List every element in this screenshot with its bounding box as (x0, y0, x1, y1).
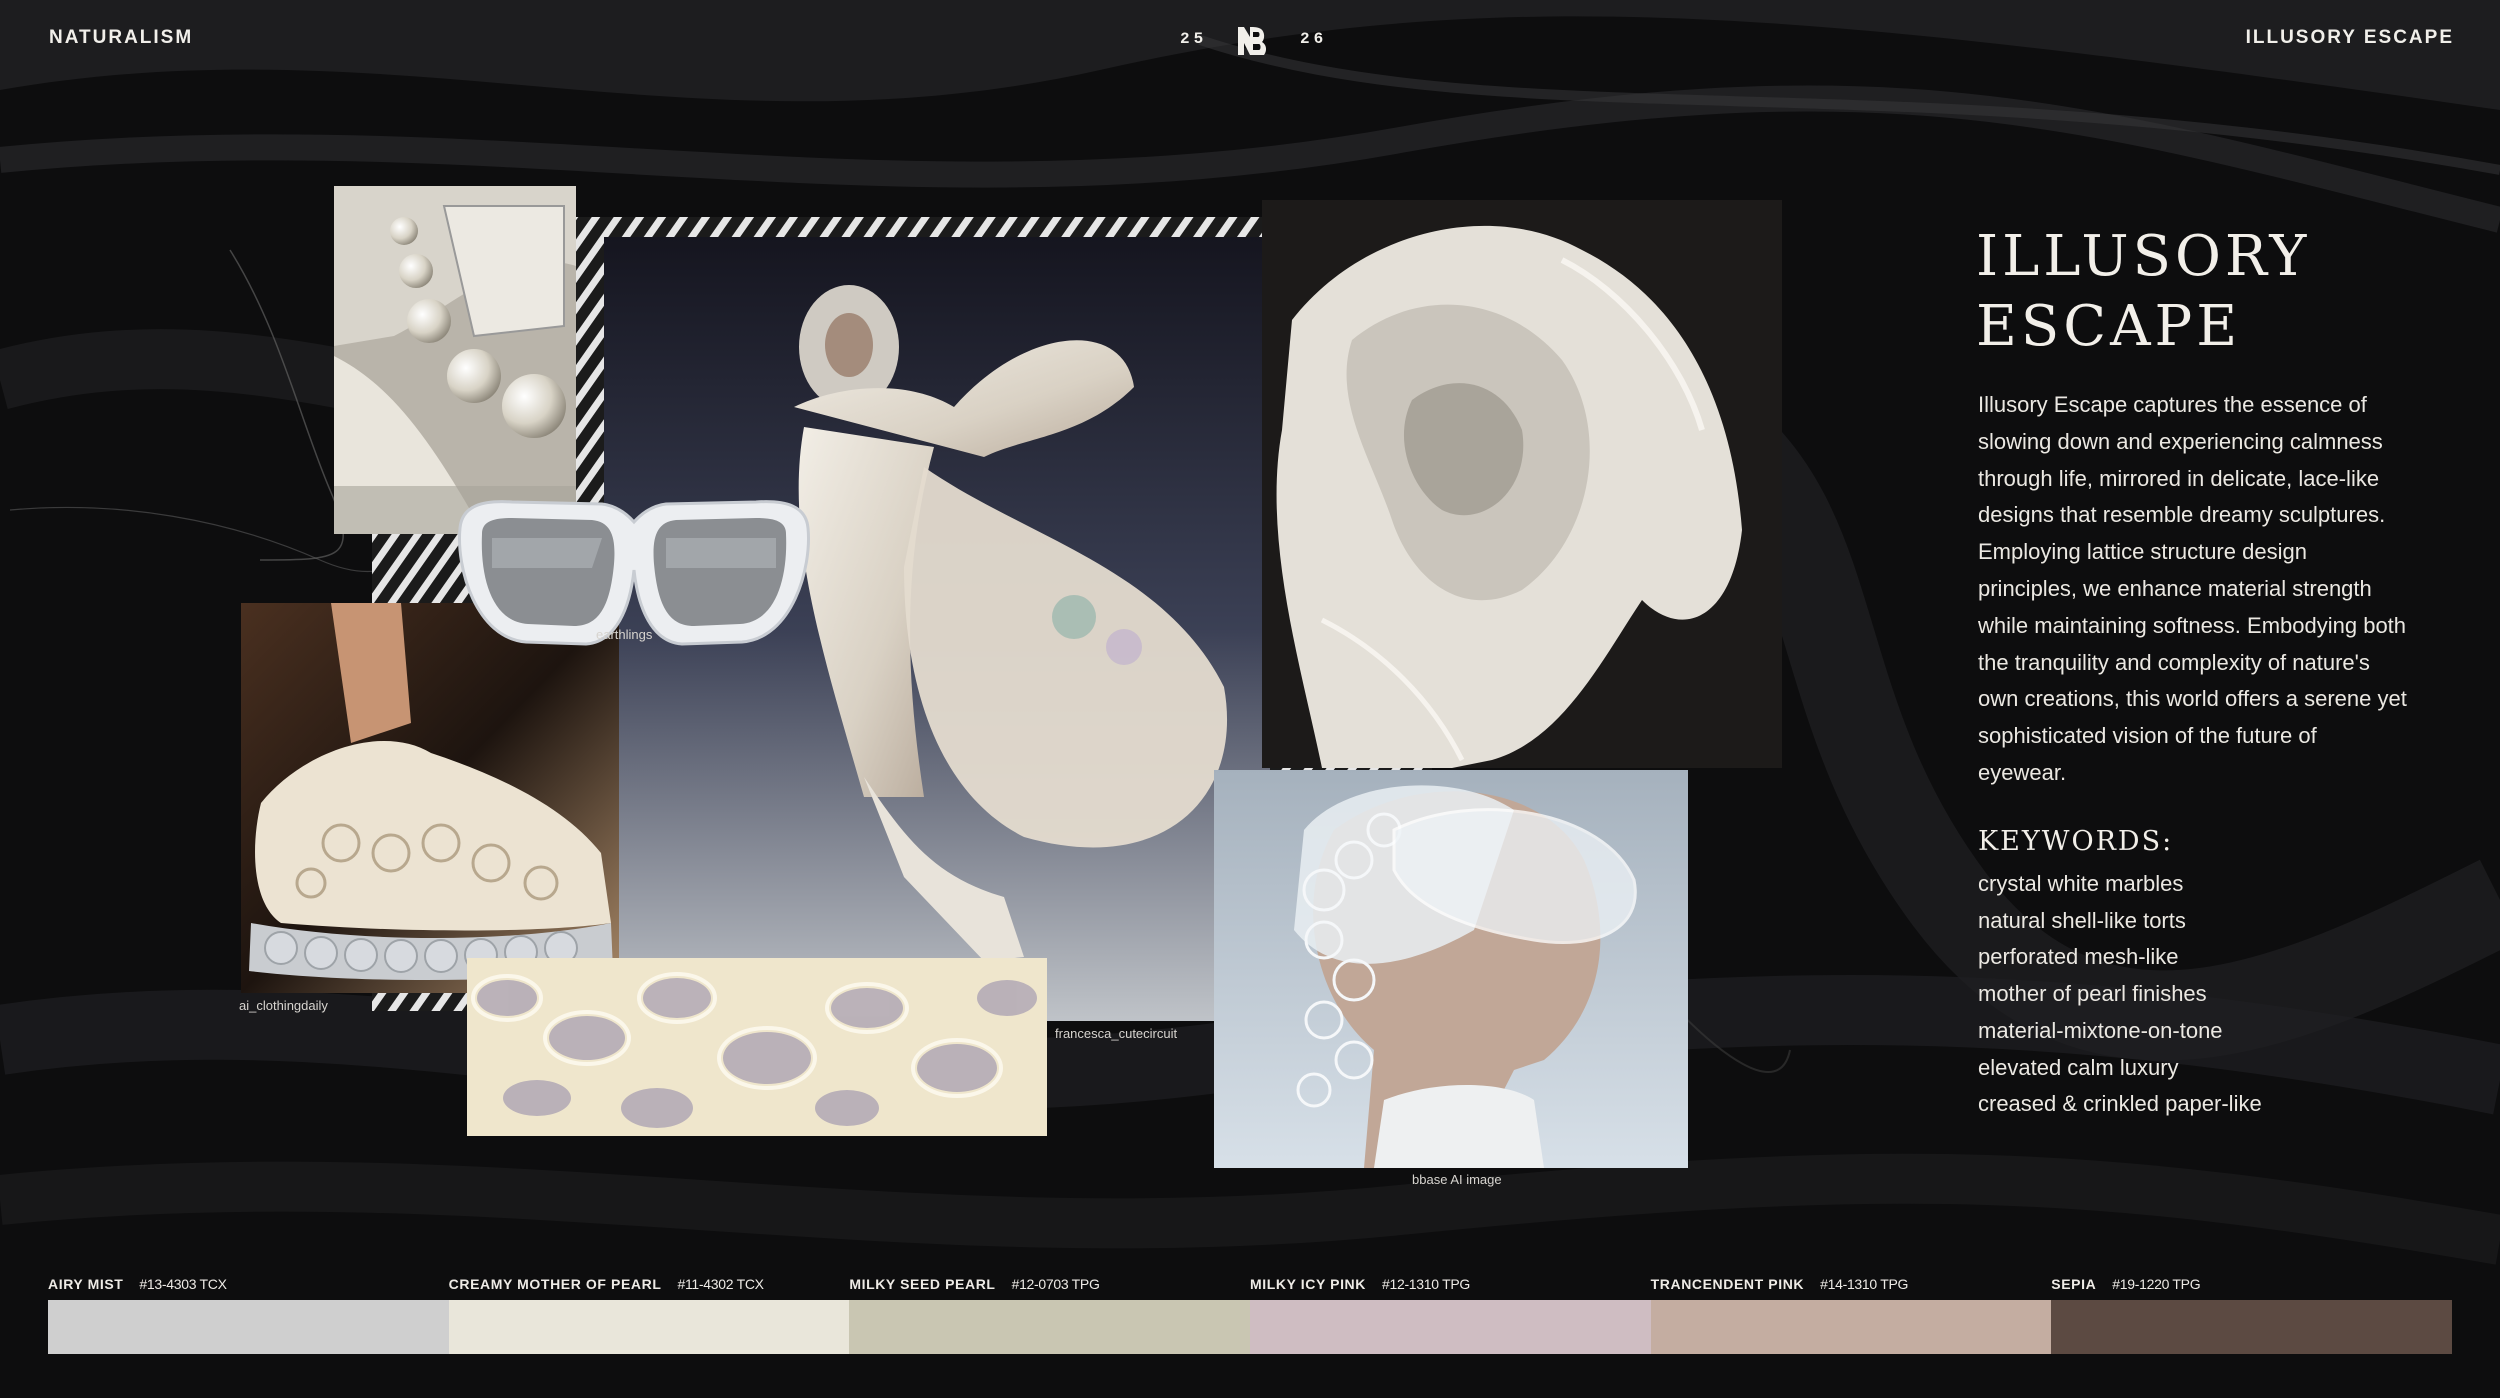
swatch-color-bar (849, 1300, 1250, 1354)
swatch-name: AIRY MIST (48, 1276, 124, 1292)
swatch-code: #12-1310 TPG (1381, 1276, 1470, 1292)
palette-swatch: TRANCENDENT PINK #14-1310 TPG (1650, 1276, 2052, 1354)
swatch-name: SEPIA (2051, 1276, 2097, 1292)
organic-lattice-texture-image (467, 958, 1047, 1136)
description-paragraph: Illusory Escape captures the essence of … (1978, 392, 2407, 785)
palette-swatch: MILKY ICY PINK #12-1310 TPG (1249, 1276, 1651, 1354)
keyword-item: perforated mesh-like (1978, 944, 2179, 970)
title-line-1: ILLUSORY (1976, 224, 2311, 289)
keywords-list: crystal white marbles natural shell-like… (1978, 866, 2262, 1123)
sneaker-credit: ai_clothingdaily (239, 998, 328, 1013)
page-title: ILLUSORY ESCAPE (1976, 222, 2436, 362)
swatch-name: MILKY ICY PINK (1249, 1276, 1366, 1292)
palette-swatch: CREAMY MOTHER OF PEARL #11-4302 TCX (448, 1276, 850, 1354)
title-line-2: ESCAPE (1976, 294, 2242, 359)
swatch-code: #19-1220 TPG (2112, 1276, 2201, 1292)
white-sunglasses-image (452, 498, 816, 648)
white-coral-image (1262, 200, 1782, 768)
swatch-code: #14-1310 TPG (1820, 1276, 1909, 1292)
keyword-item: material-mixtone-on-tone (1978, 1017, 2223, 1043)
swatch-code: #11-4302 TCX (677, 1276, 764, 1292)
palette-swatch: SEPIA #19-1220 TPG (2051, 1276, 2452, 1354)
header-theme-label: ILLUSORY ESCAPE (2245, 27, 2454, 48)
palette-swatch: AIRY MIST #13-4303 TCX (48, 1276, 449, 1354)
header-brand: 25 26 (1176, 24, 1326, 58)
floating-figure-credit: francesca_cutecircuit (1055, 1026, 1178, 1041)
swatch-color-bar (48, 1300, 449, 1354)
swatch-name: MILKY SEED PEARL (849, 1276, 996, 1292)
header-section-label: NATURALISM (49, 27, 194, 48)
lace-sneaker-image (241, 603, 619, 993)
color-palette: AIRY MIST #13-4303 TCX CREAMY MOTHER OF P… (48, 1276, 2452, 1354)
keyword-item: creased & crinkled paper-like (1978, 1091, 2262, 1117)
keyword-item: natural shell-like torts (1978, 907, 2186, 933)
year-left: 25 (1180, 30, 1208, 48)
keywords-heading: KEYWORDS: (1978, 826, 2174, 857)
swatch-color-bar (1650, 1300, 2052, 1354)
pearl-shoe-image (334, 186, 576, 534)
swatch-color-bar (448, 1300, 850, 1354)
sunglasses-credit: earthlings (596, 627, 653, 642)
keyword-item: elevated calm luxury (1978, 1054, 2179, 1080)
year-right: 26 (1300, 30, 1328, 48)
palette-swatch: MILKY SEED PEARL #12-0703 TPG (849, 1276, 1250, 1354)
crystal-goggles-portrait-image (1214, 770, 1688, 1168)
keyword-item: crystal white marbles (1978, 871, 2184, 896)
swatch-color-bar (1249, 1300, 1651, 1354)
goggles-portrait-credit: bbase AI image (1412, 1172, 1502, 1187)
swatch-color-bar (2051, 1300, 2452, 1354)
brand-logo-icon (1238, 27, 1267, 55)
swatch-name: CREAMY MOTHER OF PEARL (448, 1276, 662, 1292)
swatch-code: #12-0703 TPG (1011, 1276, 1100, 1292)
keyword-item: mother of pearl finishes (1978, 981, 2207, 1007)
swatch-code: #13-4303 TCX (139, 1276, 227, 1292)
swatch-name: TRANCENDENT PINK (1650, 1276, 1805, 1292)
